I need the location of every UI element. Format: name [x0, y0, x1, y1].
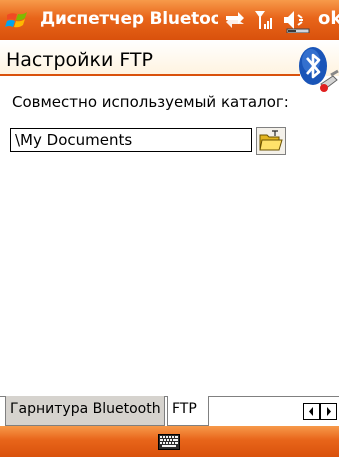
title-bar: Диспетчер Bluetooth ok — [0, 0, 339, 40]
chevron-left-icon — [309, 407, 313, 416]
header-divider — [0, 74, 300, 76]
browse-folder-button[interactable] — [256, 127, 286, 155]
page-header: Настройки FTP — [0, 40, 339, 76]
tab-scroll-right-button[interactable] — [320, 403, 337, 420]
shared-folder-path-field[interactable] — [10, 128, 252, 152]
tab-bluetooth-headset[interactable]: Гарнитура Bluetooth — [5, 396, 165, 426]
tab-strip: Гарнитура Bluetooth FTP — [0, 396, 339, 426]
shared-folder-label: Совместно используемый каталог: — [12, 93, 289, 111]
app-title: Диспетчер Bluetooth — [40, 9, 218, 29]
tab-scroll-left-button[interactable] — [303, 403, 320, 420]
windows-start-icon[interactable] — [5, 7, 33, 33]
connectivity-icon[interactable] — [222, 7, 248, 33]
volume-icon[interactable] — [282, 7, 312, 33]
keyboard-icon[interactable] — [158, 434, 180, 450]
folder-open-icon — [259, 130, 283, 151]
bluetooth-icon — [299, 47, 339, 92]
signal-icon[interactable] — [252, 7, 278, 33]
menu-bar — [0, 426, 339, 457]
tab-ftp[interactable]: FTP — [167, 396, 209, 426]
page-title: Настройки FTP — [6, 49, 153, 71]
ok-button[interactable]: ok — [318, 8, 339, 30]
chevron-right-icon — [327, 407, 331, 416]
